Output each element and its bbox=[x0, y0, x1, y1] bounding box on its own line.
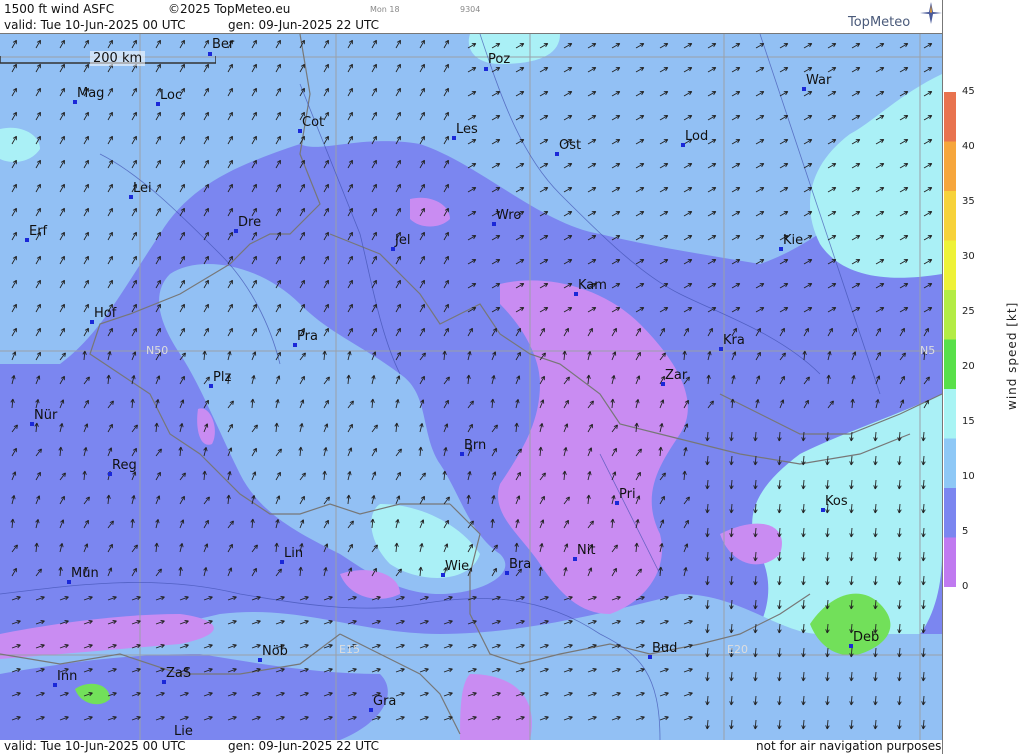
code-tag: 9304 bbox=[460, 5, 481, 14]
city-label-kie[interactable]: Kie bbox=[783, 234, 803, 248]
grid-label-e20: E20 bbox=[727, 643, 748, 656]
city-label-bud[interactable]: Bud bbox=[652, 642, 677, 656]
colorbar-tick-label: 15 bbox=[962, 416, 975, 427]
colorbar-tick-label: 30 bbox=[962, 251, 975, 262]
colorbar-segment bbox=[944, 438, 956, 489]
colorbar bbox=[944, 92, 956, 587]
colorbar-tick-label: 0 bbox=[962, 581, 969, 592]
city-label-mag[interactable]: Mag bbox=[77, 87, 104, 101]
colorbar-segment bbox=[944, 537, 956, 587]
city-label-kam[interactable]: Kam bbox=[578, 279, 607, 293]
colorbar-title: wind speed [kt] bbox=[1005, 301, 1019, 410]
colorbar-segment bbox=[944, 389, 956, 439]
valid-time: valid: Tue 10-Jun-2025 00 UTC bbox=[4, 18, 186, 32]
colorbar-tick-label: 5 bbox=[962, 526, 969, 537]
city-label-mun[interactable]: Mün bbox=[71, 567, 99, 581]
colorbar-tick-label: 25 bbox=[962, 306, 975, 317]
city-marker-poz[interactable] bbox=[484, 67, 488, 71]
compass-logo-icon bbox=[920, 2, 942, 24]
colorbar-tick-label: 10 bbox=[962, 471, 975, 482]
city-marker-ber[interactable] bbox=[208, 52, 212, 56]
city-label-hof[interactable]: Hof bbox=[94, 307, 116, 321]
city-label-erf[interactable]: Erf bbox=[29, 225, 47, 239]
city-label-wro[interactable]: Wro bbox=[496, 209, 521, 223]
city-label-deb[interactable]: Deb bbox=[853, 631, 879, 645]
wind-field-svg bbox=[0, 34, 942, 740]
city-label-kos[interactable]: Kos bbox=[825, 495, 848, 509]
footer-disclaimer: not for air navigation purposes bbox=[756, 739, 942, 753]
wind-map[interactable]: 200 km N50 N5 E15 E20 Ber Poz War Mag Lo… bbox=[0, 34, 942, 740]
city-label-loc[interactable]: Loc bbox=[160, 89, 182, 103]
product-title: 1500 ft wind ASFC bbox=[4, 2, 115, 16]
city-label-nur[interactable]: Nür bbox=[34, 409, 57, 423]
colorbar-segment bbox=[944, 488, 956, 538]
colorbar-segment bbox=[944, 240, 956, 291]
city-label-zar[interactable]: Zar bbox=[665, 369, 687, 383]
colorbar-segment bbox=[944, 191, 956, 241]
copyright: ©2025 TopMeteo.eu bbox=[168, 2, 291, 16]
city-label-les[interactable]: Les bbox=[456, 123, 478, 137]
city-label-nit[interactable]: Nit bbox=[577, 544, 595, 558]
city-label-zas[interactable]: ZaS bbox=[166, 667, 191, 681]
colorbar-segment bbox=[944, 141, 956, 192]
city-label-lie[interactable]: Lie bbox=[174, 725, 193, 739]
city-label-pra[interactable]: Pra bbox=[297, 330, 318, 344]
city-label-ost[interactable]: Ost bbox=[559, 139, 581, 153]
colorbar-tick-label: 35 bbox=[962, 196, 975, 207]
grid-label-n50-right: N5 bbox=[920, 344, 936, 357]
colorbar-tick-label: 40 bbox=[962, 141, 975, 152]
city-label-dre[interactable]: Dre bbox=[238, 216, 261, 230]
topmeteo-logo: TopMeteo bbox=[848, 15, 911, 30]
header-bar: 1500 ft wind ASFC ©2025 TopMeteo.eu Mon … bbox=[0, 0, 942, 34]
scale-label: 200 km bbox=[90, 51, 146, 66]
city-label-lod[interactable]: Lod bbox=[685, 130, 708, 144]
footer-valid: valid: Tue 10-Jun-2025 00 UTC bbox=[4, 739, 186, 753]
city-label-pri[interactable]: Pri bbox=[619, 488, 636, 502]
colorbar-segment bbox=[944, 92, 956, 142]
city-label-inn[interactable]: Inn bbox=[57, 670, 77, 684]
city-label-nob[interactable]: Nöb bbox=[262, 645, 288, 659]
generated-time: gen: 09-Jun-2025 22 UTC bbox=[228, 18, 380, 32]
colorbar-segment bbox=[944, 290, 956, 340]
city-label-lei[interactable]: Lei bbox=[133, 182, 152, 196]
colorbar-segment bbox=[944, 339, 956, 390]
city-label-kra[interactable]: Kra bbox=[723, 334, 745, 348]
footer-bar: valid: Tue 10-Jun-2025 00 UTC gen: 09-Ju… bbox=[0, 740, 942, 754]
grid-label-n50: N50 bbox=[146, 344, 169, 357]
city-label-wie[interactable]: Wie bbox=[445, 560, 469, 574]
city-label-war[interactable]: War bbox=[806, 74, 831, 88]
city-label-poz[interactable]: Poz bbox=[488, 53, 510, 67]
city-label-lin[interactable]: Lin bbox=[284, 547, 303, 561]
city-label-reg[interactable]: Reg bbox=[112, 459, 137, 473]
city-label-ber[interactable]: Ber bbox=[212, 38, 234, 52]
city-label-gra[interactable]: Gra bbox=[373, 695, 396, 709]
colorbar-tick-label: 20 bbox=[962, 361, 975, 372]
model-tag: Mon 18 bbox=[370, 5, 400, 14]
city-label-brn[interactable]: Brn bbox=[464, 439, 486, 453]
city-label-cot[interactable]: Cot bbox=[302, 116, 324, 130]
city-label-bra[interactable]: Bra bbox=[509, 558, 531, 572]
footer-generated: gen: 09-Jun-2025 22 UTC bbox=[228, 739, 380, 753]
grid-label-e15: E15 bbox=[339, 643, 360, 656]
city-label-plz[interactable]: Plz bbox=[213, 371, 231, 385]
city-label-jel[interactable]: Jel bbox=[395, 234, 410, 248]
colorbar-tick-label: 45 bbox=[962, 86, 975, 97]
